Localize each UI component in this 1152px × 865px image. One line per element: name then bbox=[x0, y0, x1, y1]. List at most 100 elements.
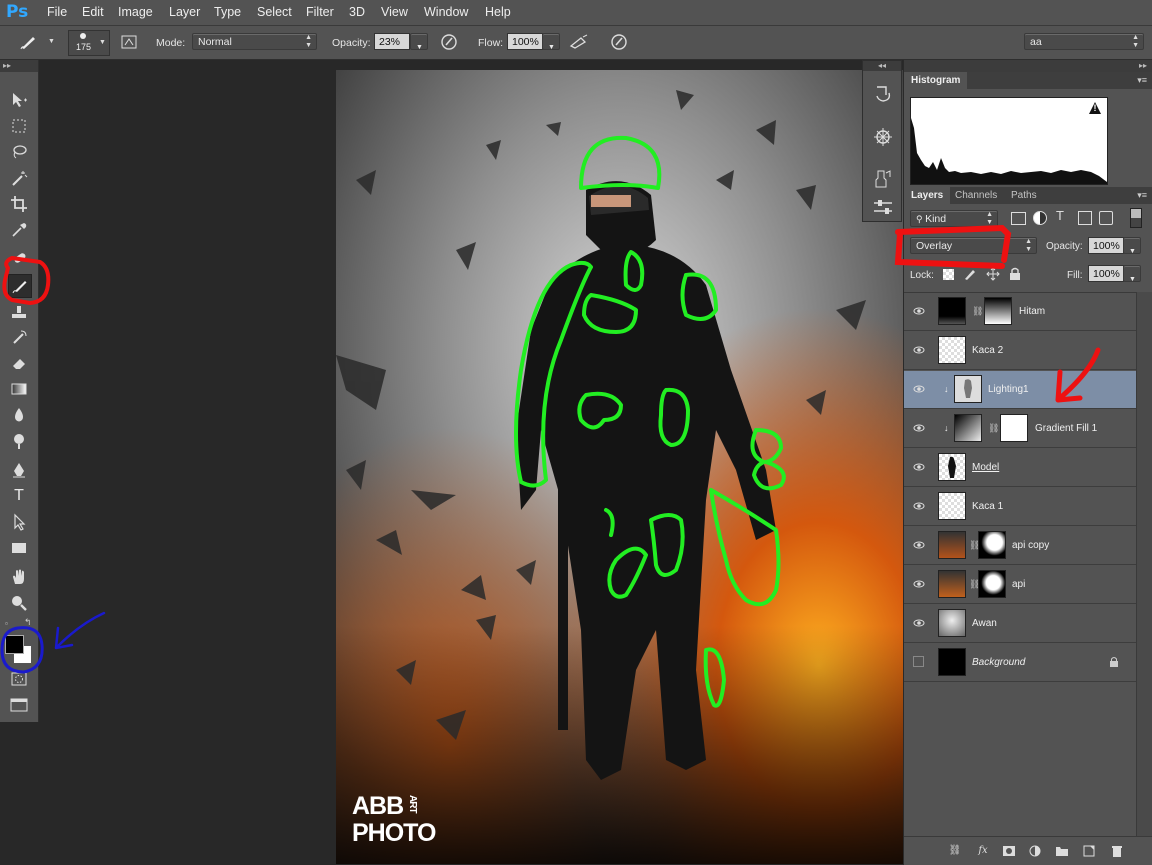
lock-image-pixels-icon[interactable] bbox=[963, 267, 977, 284]
screen-mode-icon[interactable] bbox=[8, 694, 30, 716]
zoom-tool-icon[interactable] bbox=[8, 592, 30, 614]
fill-input[interactable]: 100% bbox=[1088, 265, 1124, 282]
quick-mask-icon[interactable] bbox=[8, 668, 30, 690]
filter-type-layers-icon[interactable]: T bbox=[1056, 208, 1064, 223]
layer-row[interactable]: Kaca 1 bbox=[904, 488, 1136, 526]
layers-panel-menu-icon[interactable]: ▾≡ bbox=[1137, 190, 1147, 201]
right-dock-header[interactable]: ▸▸ bbox=[904, 60, 1152, 72]
layer-mask-thumbnail[interactable] bbox=[978, 531, 1006, 559]
layer-mask-thumbnail[interactable] bbox=[978, 570, 1006, 598]
menu-file[interactable]: File bbox=[47, 5, 67, 19]
opacity-input[interactable]: 23% bbox=[374, 33, 410, 50]
fill-slider-toggle[interactable]: ▼ bbox=[1123, 265, 1141, 283]
histogram-panel-menu-icon[interactable]: ▾≡ bbox=[1137, 75, 1147, 86]
visibility-eye-icon[interactable] bbox=[912, 499, 926, 513]
layer-row[interactable]: ⛓ api bbox=[904, 566, 1136, 604]
layer-row[interactable]: ⛓ Hitam bbox=[904, 293, 1136, 331]
tab-histogram[interactable]: Histogram bbox=[904, 72, 968, 89]
menu-layer[interactable]: Layer bbox=[169, 5, 200, 19]
menu-type[interactable]: Type bbox=[214, 5, 241, 19]
layer-opacity-slider-toggle[interactable]: ▼ bbox=[1123, 237, 1141, 255]
pen-tool-icon[interactable] bbox=[8, 459, 30, 481]
new-layer-icon[interactable] bbox=[1082, 845, 1096, 857]
eyedropper-tool-icon[interactable] bbox=[8, 219, 30, 241]
visibility-eye-icon[interactable] bbox=[912, 460, 926, 474]
swap-colors-icon[interactable]: ↰ bbox=[24, 617, 32, 628]
move-tool-icon[interactable] bbox=[8, 89, 30, 111]
add-mask-icon[interactable] bbox=[1002, 845, 1016, 857]
layer-row-selected[interactable]: ↓ Lighting1 bbox=[904, 371, 1136, 409]
default-colors-icon[interactable]: ▫ bbox=[5, 619, 8, 628]
collapsed-dock-header[interactable]: ◂◂ bbox=[863, 61, 901, 71]
crop-tool-icon[interactable] bbox=[8, 193, 30, 215]
layer-row[interactable]: ⛓ api copy bbox=[904, 527, 1136, 565]
layer-row[interactable]: Kaca 2 bbox=[904, 332, 1136, 370]
brush-tool-icon[interactable] bbox=[8, 274, 32, 298]
layer-mask-thumbnail[interactable] bbox=[984, 297, 1012, 325]
brush-size-picker[interactable]: 175 ▼ bbox=[68, 30, 110, 56]
lasso-tool-icon[interactable] bbox=[8, 141, 30, 163]
path-selection-tool-icon[interactable] bbox=[8, 511, 30, 533]
menu-select[interactable]: Select bbox=[257, 5, 292, 19]
new-adjustment-layer-icon[interactable] bbox=[1028, 845, 1042, 857]
foreground-color-swatch[interactable] bbox=[5, 635, 24, 654]
visibility-eye-icon[interactable] bbox=[912, 538, 926, 552]
menu-image[interactable]: Image bbox=[118, 5, 153, 19]
layer-row[interactable]: Background bbox=[904, 644, 1136, 682]
lock-all-icon[interactable] bbox=[1009, 267, 1021, 284]
mask-link-icon[interactable]: ⛓ bbox=[988, 423, 999, 434]
visibility-eye-icon[interactable] bbox=[912, 382, 926, 396]
brush-panel-toggle-icon[interactable] bbox=[118, 32, 140, 52]
visibility-eye-icon[interactable] bbox=[912, 343, 926, 357]
tab-channels[interactable]: Channels bbox=[948, 187, 1004, 204]
visibility-eye-icon[interactable] bbox=[912, 304, 926, 318]
flow-slider-toggle[interactable]: ▼ bbox=[542, 33, 560, 51]
new-group-icon[interactable] bbox=[1055, 845, 1069, 857]
layers-scrollbar[interactable] bbox=[1136, 292, 1152, 836]
layer-mask-thumbnail[interactable] bbox=[1000, 414, 1028, 442]
filter-shape-layers-icon[interactable] bbox=[1078, 211, 1092, 225]
visibility-toggle-off[interactable] bbox=[913, 656, 924, 667]
tool-presets-panel-icon[interactable] bbox=[872, 169, 894, 191]
menu-view[interactable]: View bbox=[381, 5, 408, 19]
lock-transparent-pixels-icon[interactable] bbox=[943, 269, 954, 280]
delete-layer-icon[interactable] bbox=[1110, 845, 1124, 857]
lock-position-icon[interactable] bbox=[986, 267, 1000, 284]
history-brush-tool-icon[interactable] bbox=[8, 327, 30, 349]
toolbox-header[interactable]: ▸▸ bbox=[0, 60, 38, 72]
layer-style-icon[interactable]: fx bbox=[976, 845, 990, 857]
tab-paths[interactable]: Paths bbox=[1004, 187, 1044, 204]
brush-tool-preset-icon[interactable] bbox=[18, 32, 40, 52]
magic-wand-tool-icon[interactable] bbox=[8, 167, 30, 189]
hand-tool-icon[interactable] bbox=[8, 566, 30, 588]
pressure-size-icon[interactable] bbox=[608, 32, 630, 52]
navigator-panel-icon[interactable] bbox=[872, 126, 894, 148]
blend-mode-dropdown[interactable]: Overlay ▲ ▼ bbox=[910, 237, 1037, 254]
rectangle-tool-icon[interactable] bbox=[8, 537, 30, 559]
mode-dropdown[interactable]: Normal ▲ ▼ bbox=[192, 33, 317, 50]
filter-pixel-layers-icon[interactable] bbox=[1011, 212, 1026, 225]
link-layers-icon[interactable]: ⛓ bbox=[948, 845, 962, 857]
pressure-opacity-icon[interactable] bbox=[438, 32, 460, 52]
layer-row[interactable]: Awan bbox=[904, 605, 1136, 643]
mask-link-icon[interactable]: ⛓ bbox=[972, 306, 983, 317]
filter-kind-dropdown[interactable]: ⚲ Kind ▲ ▼ bbox=[910, 210, 998, 227]
history-panel-icon[interactable] bbox=[872, 83, 894, 105]
menu-edit[interactable]: Edit bbox=[82, 5, 104, 19]
visibility-eye-icon[interactable] bbox=[912, 616, 926, 630]
menu-window[interactable]: Window bbox=[424, 5, 468, 19]
dodge-tool-icon[interactable] bbox=[8, 430, 30, 452]
clone-stamp-tool-icon[interactable] bbox=[8, 302, 30, 324]
tab-layers[interactable]: Layers bbox=[904, 187, 951, 204]
menu-filter[interactable]: Filter bbox=[306, 5, 334, 19]
marquee-tool-icon[interactable] bbox=[8, 115, 30, 137]
filter-toggle-switch[interactable] bbox=[1130, 208, 1142, 228]
layer-row[interactable]: ↓ ⛓ Gradient Fill 1 bbox=[904, 410, 1136, 448]
airbrush-icon[interactable] bbox=[568, 32, 590, 52]
menu-help[interactable]: Help bbox=[485, 5, 511, 19]
filter-adjustment-layers-icon[interactable] bbox=[1033, 211, 1047, 225]
visibility-eye-icon[interactable] bbox=[912, 577, 926, 591]
workspace-dropdown[interactable]: aa ▲ ▼ bbox=[1024, 33, 1144, 50]
menu-3d[interactable]: 3D bbox=[349, 5, 365, 19]
layer-opacity-input[interactable]: 100% bbox=[1088, 237, 1124, 254]
